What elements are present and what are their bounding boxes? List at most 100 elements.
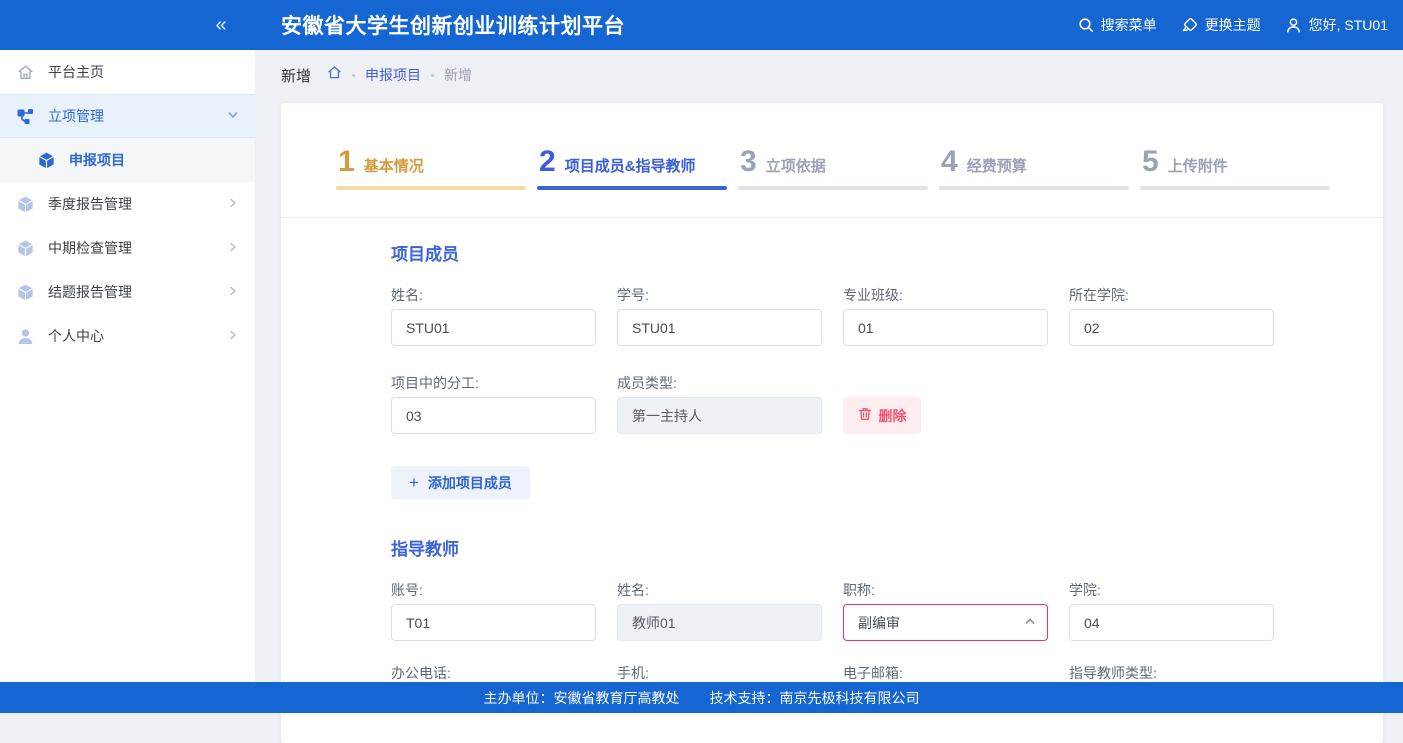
sidebar-collapse-icon[interactable]: « [205,0,237,50]
field-member-role: 项目中的分工: [391,373,596,434]
step-underline [1140,186,1330,190]
breadcrumb-link-declare-project[interactable]: 申报项目 [365,65,421,85]
member-class-input[interactable] [843,309,1048,346]
field-member-type: 成员类型: [617,373,822,434]
sidebar-item-declare-project[interactable]: 申报项目 [0,138,255,182]
breadcrumb-separator [352,74,355,77]
sidebar-item-label: 个人中心 [48,326,104,346]
sidebar-nav: 平台主页 立项管理 申报项目 季度报告管理 中期检查管理 [0,50,255,682]
step-4-budget[interactable]: 4经费预算 [939,147,1129,190]
sidebar-item-midterm-check[interactable]: 中期检查管理 [0,226,255,270]
chevron-right-icon [227,240,239,256]
step-underline [537,186,727,190]
theme-swatch-icon [1181,17,1198,34]
sidebar-item-label: 季度报告管理 [48,194,132,214]
footer-support-label: 技术支持：南京先极科技有限公司 [710,688,920,708]
member-type-input [617,397,822,434]
home-icon [17,64,34,81]
sidebar-item-home[interactable]: 平台主页 [0,50,255,94]
field-label: 专业班级: [843,285,1048,305]
trash-icon [858,407,872,424]
step-underline [336,186,526,190]
step-5-attachments[interactable]: 5上传附件 [1140,147,1330,190]
footer-host-label: 主办单位：安徽省教育厅高教处 [484,688,680,708]
divider [281,217,1383,218]
field-label: 职称: [843,580,1048,600]
user-menu[interactable]: 您好, STU01 [1285,15,1388,35]
change-theme-label: 更换主题 [1205,15,1261,35]
member-college-input[interactable] [1069,309,1274,346]
change-theme-button[interactable]: 更换主题 [1181,15,1261,35]
app-title: 安徽省大学生创新创业训练计划平台 [281,0,625,50]
sitemap-icon [17,108,34,125]
sidebar-item-quarterly-report[interactable]: 季度报告管理 [0,182,255,226]
chevron-right-icon [227,196,239,212]
field-member-class: 专业班级: [843,285,1048,346]
app-header: « 安徽省大学生创新创业训练计划平台 搜索菜单 更换主题 您好, STU01 [0,0,1403,50]
member-row-2: 项目中的分工: 成员类型: 删除 [391,373,921,434]
sidebar-item-project-management[interactable]: 立项管理 [0,94,255,138]
member-row-1: 姓名: 学号: 专业班级: 所在学院: [391,285,1274,346]
chevron-right-icon [227,328,239,344]
breadcrumb-current: 新增 [444,65,472,85]
person-icon [17,328,34,345]
member-student-id-input[interactable] [617,309,822,346]
sidebar-item-label: 结题报告管理 [48,282,132,302]
plus-icon: + [409,474,419,491]
teacher-college-input[interactable] [1069,604,1274,641]
delete-member-button[interactable]: 删除 [843,397,921,434]
teacher-row-1: 账号: 姓名: 职称: 副编审 学院: [391,580,1274,641]
field-teacher-college: 学院: [1069,580,1274,641]
member-role-input[interactable] [391,397,596,434]
add-member-button[interactable]: + 添加项目成员 [391,466,530,499]
page-title: 新增 [281,65,311,86]
field-label: 姓名: [391,285,596,305]
field-label: 项目中的分工: [391,373,596,393]
teacher-title-value: 副编审 [858,613,900,633]
field-label: 办公电话: [391,663,596,683]
sidebar-item-label: 申报项目 [69,150,125,170]
delete-member-label: 删除 [879,406,907,426]
field-label: 指导教师类型: [1069,663,1274,683]
step-1-basic-info[interactable]: 1基本情况 [336,147,526,190]
search-menu-button[interactable]: 搜索菜单 [1078,15,1157,35]
step-wizard: 1基本情况 2项目成员&指导教师 3立项依据 4经费预算 5上传附件 [336,147,1330,190]
breadcrumb-separator [431,74,434,77]
field-label: 手机: [617,663,822,683]
field-label: 账号: [391,580,596,600]
search-menu-label: 搜索菜单 [1101,15,1157,35]
field-teacher-title: 职称: 副编审 [843,580,1048,641]
field-label: 姓名: [617,580,822,600]
main-content: 新增 申报项目 新增 1基本情况 2项目成员&指导教师 3立项依据 4经费预算 [255,50,1403,713]
field-label: 学院: [1069,580,1274,600]
sidebar-item-label: 立项管理 [48,106,104,126]
app-footer: 主办单位：安徽省教育厅高教处 技术支持：南京先极科技有限公司 [0,682,1403,713]
teacher-title-select[interactable]: 副编审 [843,604,1048,641]
field-teacher-name: 姓名: [617,580,822,641]
field-member-student-id: 学号: [617,285,822,346]
cube-icon [38,152,55,169]
field-label: 电子邮箱: [843,663,1048,683]
section-title-members: 项目成员 [391,240,459,265]
sidebar-item-personal-center[interactable]: 个人中心 [0,314,255,358]
member-name-input[interactable] [391,309,596,346]
sidebar-item-label: 中期检查管理 [48,238,132,258]
form-card: 1基本情况 2项目成员&指导教师 3立项依据 4经费预算 5上传附件 项目成员 [281,103,1383,743]
sidebar-item-label: 平台主页 [48,62,104,82]
field-member-college: 所在学院: [1069,285,1274,346]
step-underline [738,186,928,190]
cube-icon [17,284,34,301]
breadcrumb-home-icon[interactable] [327,65,342,85]
breadcrumb: 新增 申报项目 新增 [281,63,472,87]
sidebar-item-final-report[interactable]: 结题报告管理 [0,270,255,314]
step-2-members-teachers[interactable]: 2项目成员&指导教师 [537,147,727,190]
field-label: 成员类型: [617,373,822,393]
add-member-label: 添加项目成员 [428,473,512,493]
teacher-account-input[interactable] [391,604,596,641]
chevron-right-icon [227,284,239,300]
chevron-down-icon [227,108,239,124]
chevron-up-icon [1023,614,1037,631]
step-3-project-basis[interactable]: 3立项依据 [738,147,928,190]
step-underline [939,186,1129,190]
field-teacher-account: 账号: [391,580,596,641]
